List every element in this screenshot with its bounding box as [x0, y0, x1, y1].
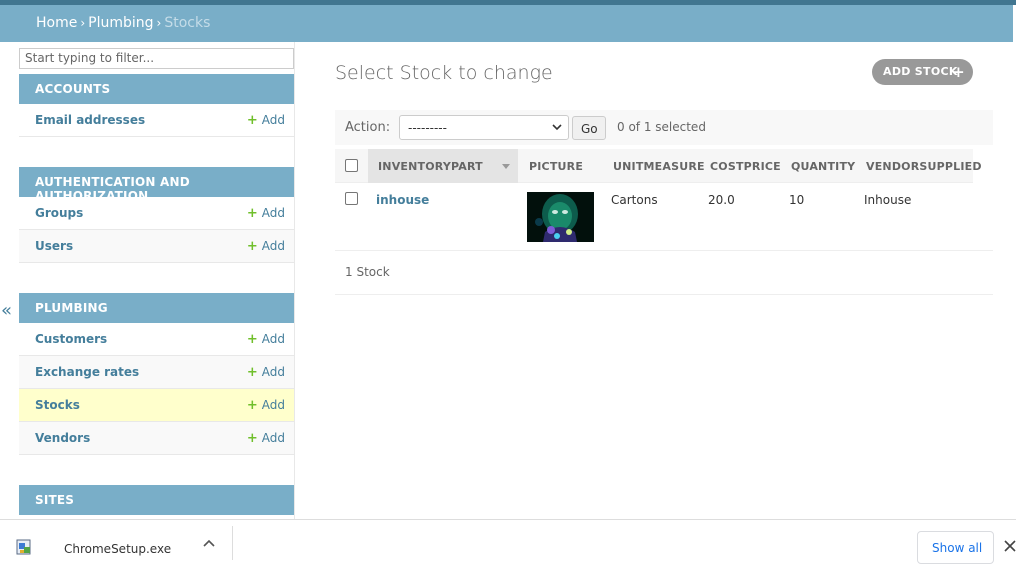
add-stock-link[interactable]: + Add	[247, 398, 285, 413]
sidebar-item-vendors: Vendors + Add	[19, 422, 294, 455]
costprice-value: 20.0	[708, 193, 735, 207]
sidebar-item-users: Users + Add	[19, 230, 294, 263]
breadcrumb-separator: ›	[156, 16, 162, 30]
divider	[232, 526, 233, 560]
add-stock-label: ADD STOCK	[883, 65, 958, 78]
module-caption-sites[interactable]: SITES	[19, 485, 294, 515]
results-table-header: INVENTORYPART PICTURE UNITMEASURE COSTPR…	[335, 149, 982, 183]
breadcrumb: Home › Plumbing › Stocks	[0, 5, 1013, 42]
column-header-inventorypart[interactable]: INVENTORYPART	[378, 160, 483, 173]
sidebar-item-groups: Groups + Add	[19, 197, 294, 230]
sidebar-item-label[interactable]: Users	[35, 239, 73, 253]
sidebar-item-customers: Customers + Add	[19, 323, 294, 356]
module-caption-plumbing[interactable]: PLUMBING	[19, 293, 294, 323]
sidebar-item-email-addresses: Email addresses + Add	[19, 104, 294, 137]
sidebar-item-label[interactable]: Groups	[35, 206, 83, 220]
add-icon: +	[246, 398, 258, 413]
add-icon: +	[246, 113, 258, 128]
module-caption-auth[interactable]: AUTHENTICATION AND AUTHORIZATION	[19, 167, 294, 203]
sidebar-item-stocks: Stocks + Add	[19, 389, 294, 422]
selected-count: 0 of 1 selected	[617, 120, 706, 134]
add-icon: +	[246, 431, 258, 446]
download-file-name[interactable]: ChromeSetup.exe	[64, 542, 171, 556]
show-all-button[interactable]: Show all	[917, 531, 994, 564]
close-icon[interactable]	[1004, 540, 1016, 552]
page-title: Select Stock to change	[335, 62, 553, 84]
module-accounts: ACCOUNTS Email addresses + Add	[19, 74, 294, 167]
breadcrumb-home-link[interactable]: Home	[36, 15, 77, 31]
breadcrumb-separator: ›	[80, 16, 86, 30]
column-header-picture: PICTURE	[529, 160, 584, 173]
go-button[interactable]: Go	[572, 116, 606, 140]
table-row: inhouse Cartons 20.0 10 Inhouse	[335, 183, 993, 251]
add-email-address-link[interactable]: + Add	[247, 113, 285, 128]
unitmeasure-value: Cartons	[611, 193, 658, 207]
add-icon: +	[246, 365, 258, 380]
action-label: Action:	[345, 120, 391, 135]
sidebar-item-label[interactable]: Email addresses	[35, 113, 145, 127]
module-plumbing: PLUMBING Customers + Add Exchange rates +…	[19, 293, 294, 455]
add-stock-button[interactable]: ADD STOCK +	[872, 59, 973, 85]
add-label: Add	[261, 239, 285, 253]
sort-descending-icon[interactable]	[502, 164, 510, 169]
add-icon: +	[246, 206, 258, 221]
sidebar-collapse-icon[interactable]: «	[1, 300, 12, 321]
add-exchange-rate-link[interactable]: + Add	[247, 365, 285, 380]
sidebar-item-label[interactable]: Stocks	[35, 398, 80, 412]
stock-picture	[527, 192, 594, 242]
paginator: 1 Stock	[335, 252, 993, 295]
sidebar-item-label[interactable]: Vendors	[35, 431, 90, 445]
add-vendor-link[interactable]: + Add	[247, 431, 285, 446]
column-header-costprice[interactable]: COSTPRICE	[710, 160, 781, 173]
add-customer-link[interactable]: + Add	[247, 332, 285, 347]
installer-file-icon	[16, 539, 31, 555]
add-group-link[interactable]: + Add	[247, 206, 285, 221]
download-bar: ChromeSetup.exe Show all	[0, 519, 1016, 564]
add-label: Add	[261, 332, 285, 346]
breadcrumb-plumbing-link[interactable]: Plumbing	[88, 15, 153, 31]
add-label: Add	[261, 365, 285, 379]
add-label: Add	[261, 206, 285, 220]
chevron-down-icon	[552, 124, 562, 131]
module-sites: SITES	[19, 485, 294, 515]
select-all-checkbox[interactable]	[345, 159, 358, 172]
add-icon: +	[246, 332, 258, 347]
sidebar-item-label[interactable]: Exchange rates	[35, 365, 139, 379]
column-header-vendorsupplied[interactable]: VENDORSUPPLIED	[866, 160, 982, 173]
sidebar-item-label[interactable]: Customers	[35, 332, 107, 346]
action-select-value: ---------	[408, 121, 447, 135]
add-label: Add	[261, 113, 285, 127]
sidebar-filter-input[interactable]: Start typing to filter...	[19, 48, 294, 69]
action-select[interactable]: ---------	[399, 115, 569, 140]
breadcrumb-current: Stocks	[164, 15, 211, 31]
module-caption-accounts[interactable]: ACCOUNTS	[19, 74, 294, 104]
add-label: Add	[261, 398, 285, 412]
add-label: Add	[261, 431, 285, 445]
row-select-checkbox[interactable]	[345, 192, 358, 205]
quantity-value: 10	[789, 193, 805, 207]
module-auth: AUTHENTICATION AND AUTHORIZATION Groups …	[19, 167, 294, 263]
add-icon: +	[246, 239, 258, 254]
vendorsupplied-value: Inhouse	[864, 193, 912, 207]
actions-bar: Action: --------- Go 0 of 1 selected	[335, 110, 993, 145]
column-header-unitmeasure[interactable]: UNITMEASURE	[613, 160, 705, 173]
sidebar-item-exchange-rates: Exchange rates + Add	[19, 356, 294, 389]
nav-sidebar: Start typing to filter... ACCOUNTS Email…	[18, 42, 295, 519]
plus-icon: +	[952, 63, 965, 81]
add-user-link[interactable]: + Add	[247, 239, 285, 254]
column-header-quantity[interactable]: QUANTITY	[791, 160, 855, 173]
chevron-up-icon[interactable]	[203, 538, 215, 548]
inventorypart-link[interactable]: inhouse	[376, 193, 429, 207]
